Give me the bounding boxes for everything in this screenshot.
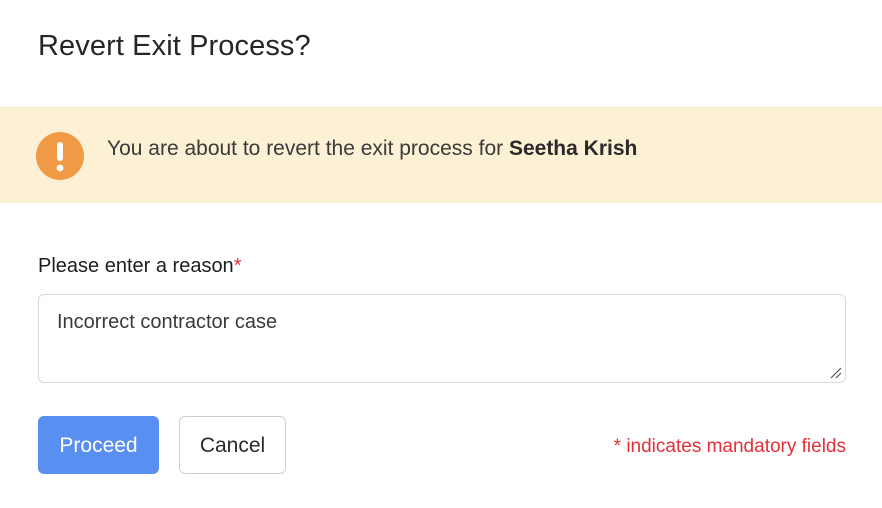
reason-label-text: Please enter a reason [38,255,234,277]
warning-message-prefix: You are about to revert the exit process… [107,137,509,160]
mandatory-fields-note: * indicates mandatory fields [613,436,846,457]
proceed-button[interactable]: Proceed [38,416,159,474]
resize-grip-icon[interactable] [828,365,842,379]
revert-exit-dialog: Revert Exit Process? You are about to re… [0,0,882,508]
dialog-title: Revert Exit Process? [38,30,311,62]
reason-label: Please enter a reason* [38,255,241,278]
exclamation-icon [36,132,84,180]
cancel-button[interactable]: Cancel [179,416,286,474]
reason-textarea[interactable]: Incorrect contractor case [39,295,845,382]
warning-message: You are about to revert the exit process… [107,137,637,161]
required-marker: * [233,255,242,277]
reason-field: Incorrect contractor case [38,294,846,383]
employee-name: Seetha Krish [508,137,638,160]
warning-banner: You are about to revert the exit process… [0,107,882,203]
